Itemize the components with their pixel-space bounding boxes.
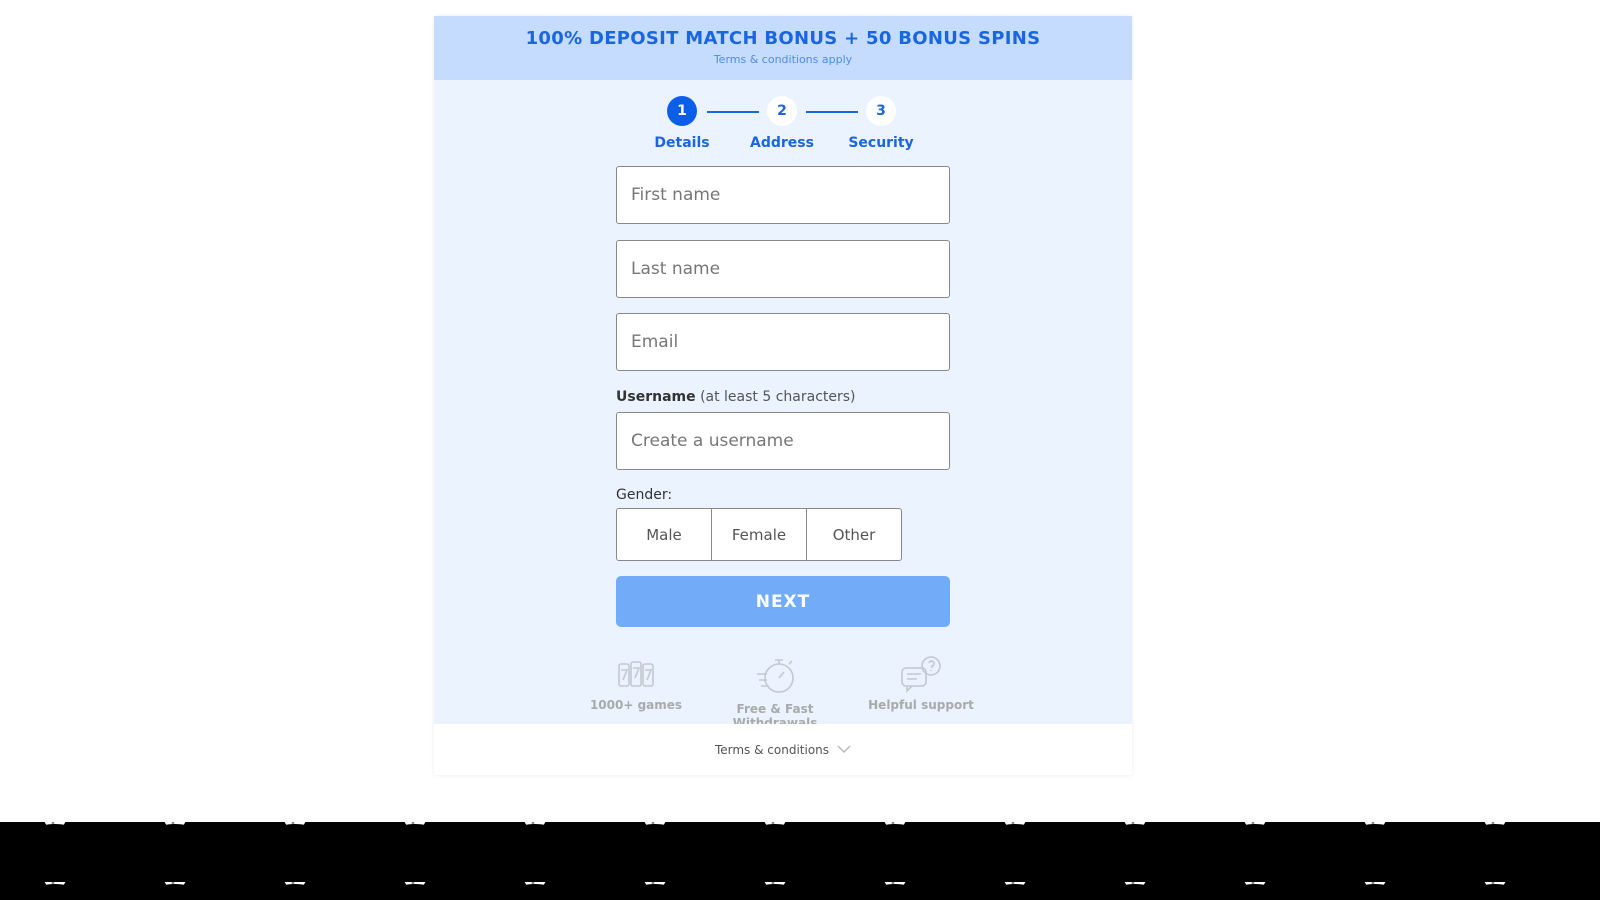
signup-card: 100% DEPOSIT MATCH BONUS + 50 BONUS SPIN… [434,16,1132,775]
feature-withdrawals: Free & Fast Withdrawals [700,654,850,730]
gender-label: Gender: [616,487,673,503]
terms-label: Terms & conditions [714,742,830,757]
gender-selector: Male Female Other [616,508,902,561]
wave-pattern-decoration [0,822,1600,900]
feature-label: 1000+ games [589,698,683,712]
step-security: 3 Security [841,96,921,151]
step-label: Address [750,135,814,151]
terms-toggle[interactable]: Terms & conditions [434,724,1132,775]
promo-banner: 100% DEPOSIT MATCH BONUS + 50 BONUS SPIN… [434,16,1132,80]
step-label: Details [654,135,710,151]
username-label-text: Username [616,389,696,405]
step-address: 2 Address [742,96,822,151]
chat-support-icon [901,656,941,693]
promo-title: 100% DEPOSIT MATCH BONUS + 50 BONUS SPIN… [525,28,1041,49]
next-button[interactable]: NEXT [616,576,950,627]
username-input[interactable] [617,413,949,469]
stopwatch-icon [757,659,794,693]
step-label: Security [848,135,914,151]
feature-games: 1000+ games [588,654,684,712]
gender-other-button[interactable]: Other [806,508,902,561]
step-number: 3 [866,96,896,126]
feature-support: Helpful support [866,654,976,712]
email-field[interactable] [616,313,950,371]
feature-label: Helpful support [868,698,974,712]
email-input[interactable] [617,314,949,370]
promo-terms: Terms & conditions apply [713,53,853,66]
step-details: 1 Details [642,96,722,151]
last-name-input[interactable] [617,241,949,297]
last-name-field[interactable] [616,240,950,298]
chevron-down-icon [837,745,851,754]
slot-777-icon [618,661,654,687]
step-number: 2 [767,96,797,126]
gender-male-button[interactable]: Male [616,508,712,561]
username-label: Username (at least 5 characters) [616,389,856,405]
first-name-field[interactable] [616,166,950,224]
step-number: 1 [667,96,697,126]
username-hint: (at least 5 characters) [700,389,856,405]
username-field[interactable] [616,412,950,470]
first-name-input[interactable] [617,167,949,223]
gender-female-button[interactable]: Female [711,508,807,561]
